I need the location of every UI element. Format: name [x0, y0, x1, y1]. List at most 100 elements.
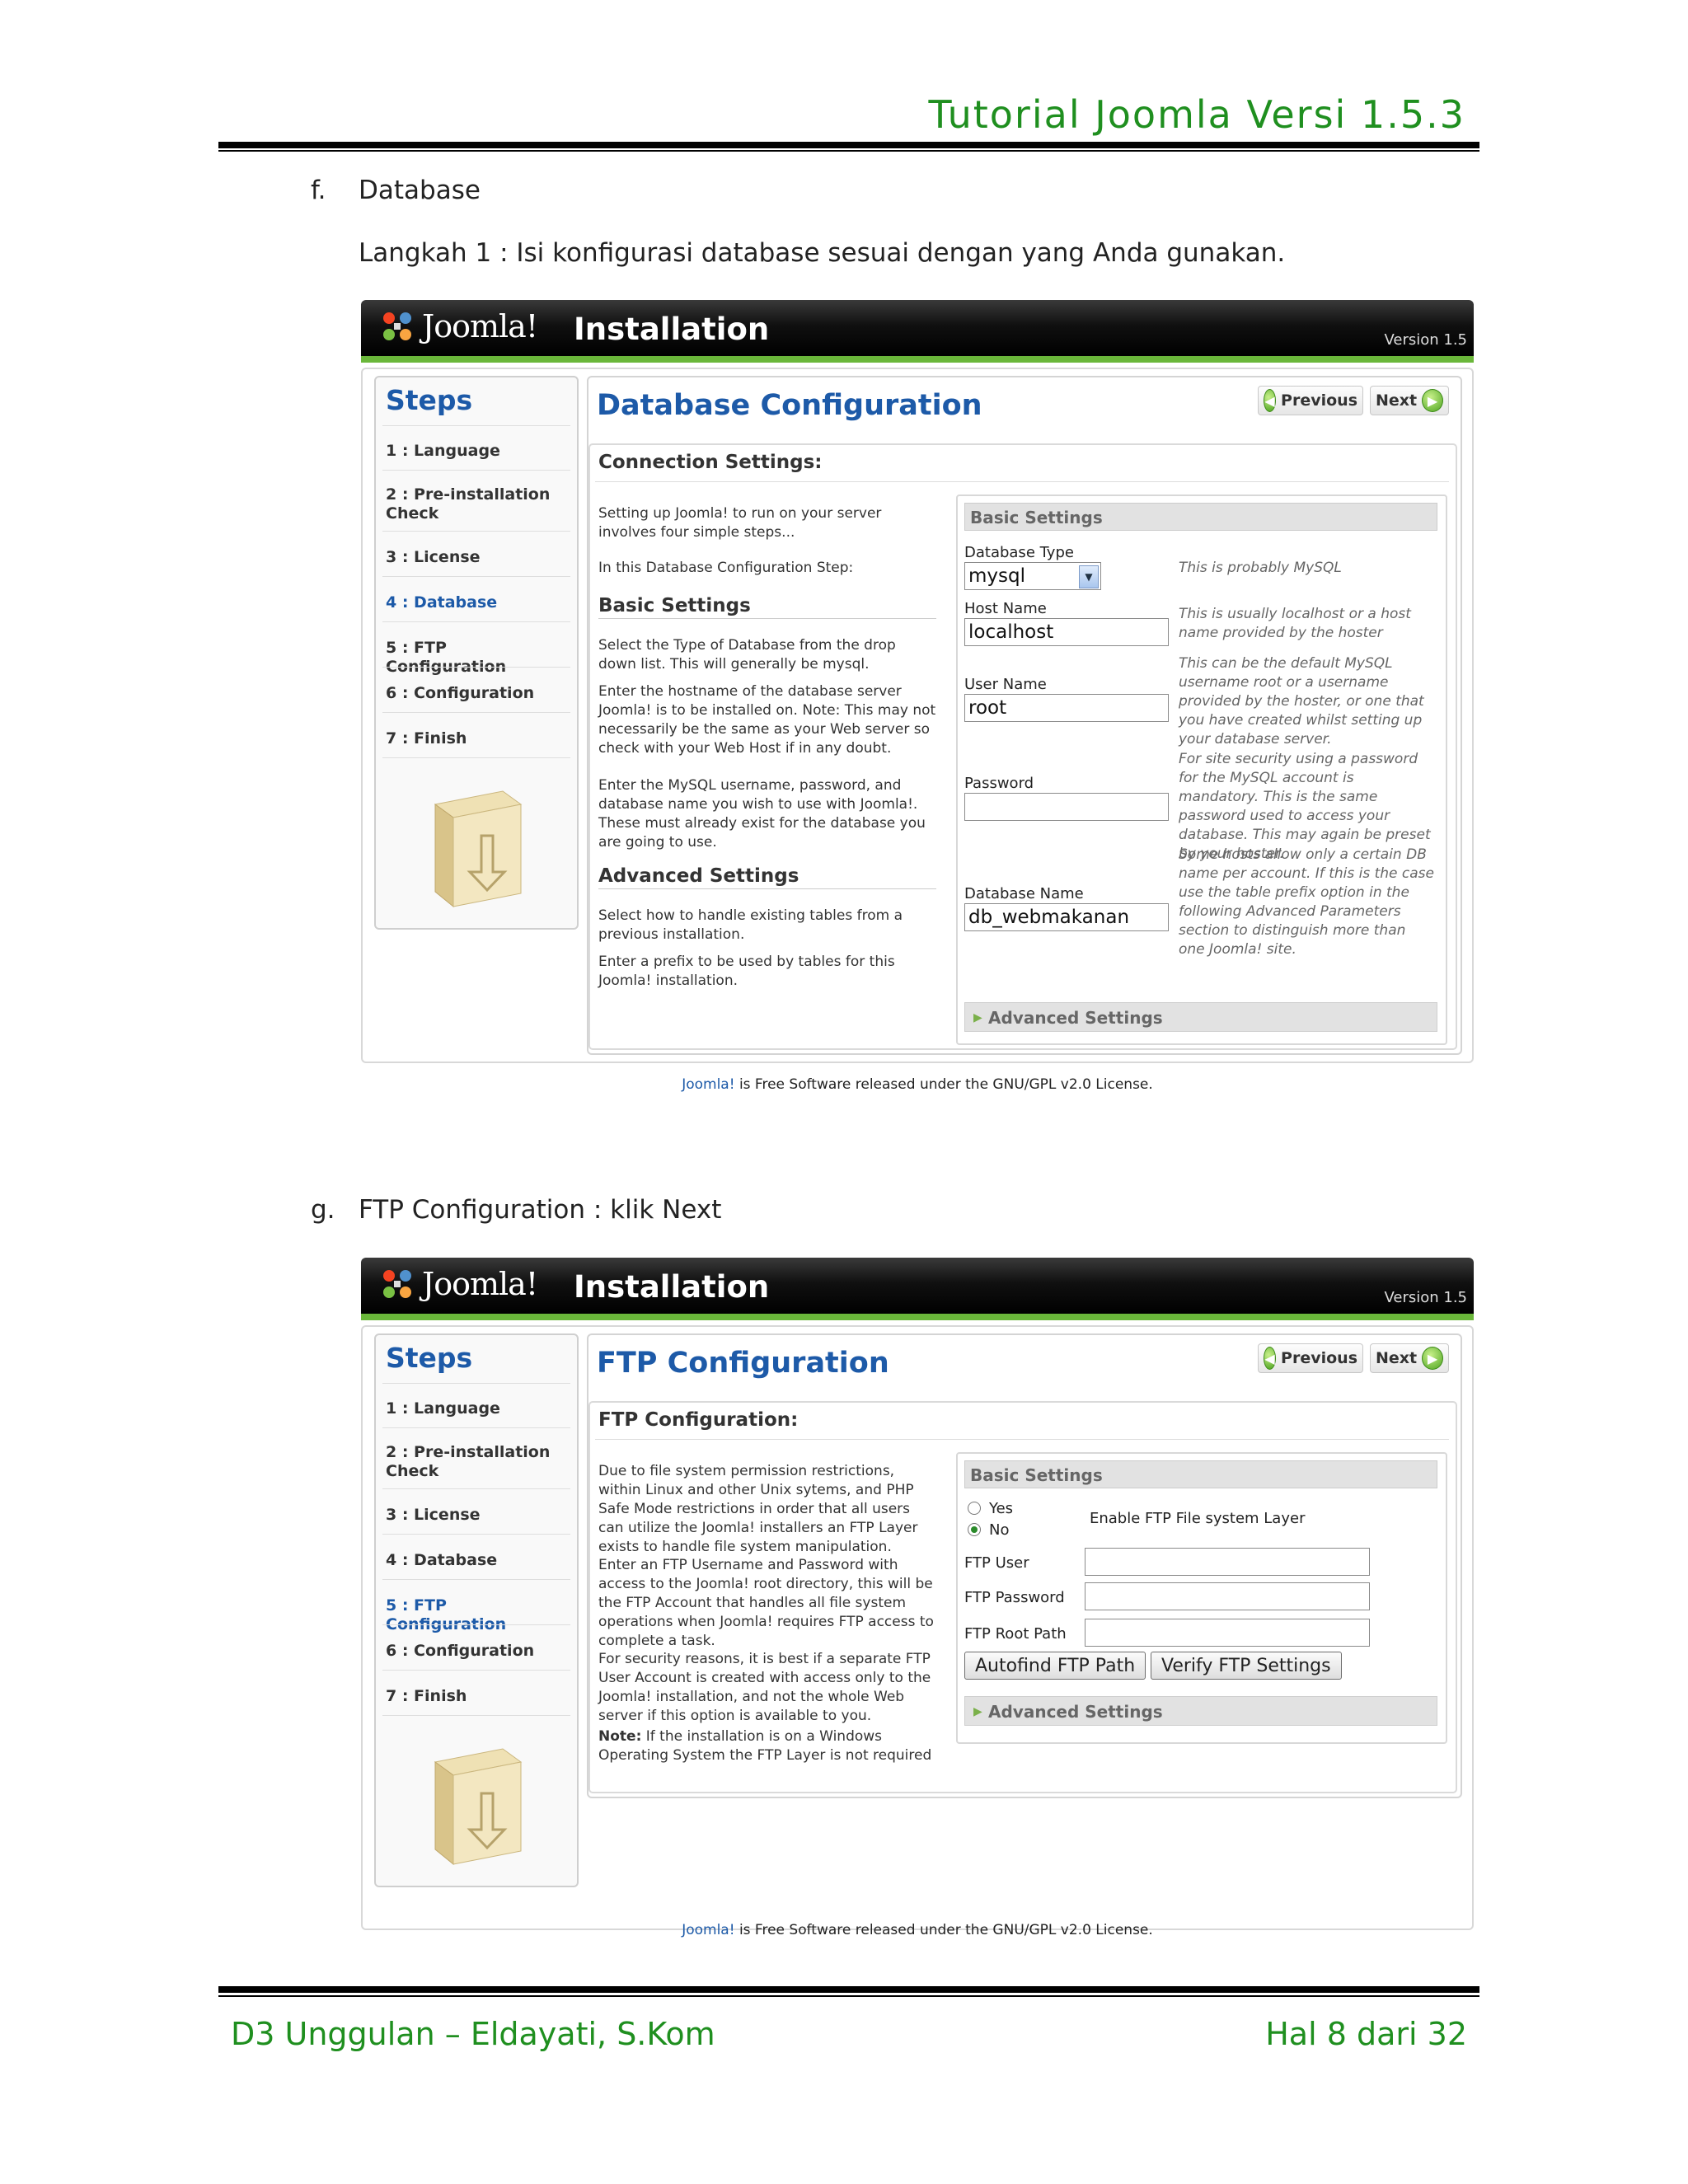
section-f-letter: f. [311, 176, 326, 205]
password-input[interactable] [964, 793, 1169, 821]
triangle-right-icon: ▶ [973, 1705, 982, 1718]
ftp-yes-radio[interactable] [968, 1502, 981, 1515]
ftp-root-path-label: FTP Root Path [964, 1625, 1067, 1643]
joomla-header: Joomla! Installation Version 1.5 [361, 1258, 1474, 1314]
chevron-down-icon[interactable]: ▼ [1079, 565, 1099, 588]
ftp-root-path-input[interactable] [1085, 1619, 1370, 1647]
joomla-footer-link[interactable]: Joomla! [682, 1076, 734, 1093]
step-license: 3 : License [386, 1506, 481, 1524]
step-configuration: 6 : Configuration [386, 1642, 535, 1660]
ftp-password-input[interactable] [1085, 1582, 1370, 1610]
next-button[interactable]: Next ▶ [1370, 1343, 1449, 1373]
joomla-logo: Joomla! [379, 307, 538, 346]
previous-arrow-icon: ◀ [1264, 389, 1277, 412]
step-separator [382, 470, 570, 471]
previous-label: Previous [1281, 1349, 1357, 1367]
joomla-logo-icon [383, 312, 411, 340]
steps-sidebar: Steps 1 : Language 2 : Pre-installation … [374, 1333, 579, 1887]
step-separator [382, 425, 570, 426]
ftp-no-label: No [989, 1521, 1010, 1539]
header-green-bar [361, 356, 1474, 363]
ftp-no-radio[interactable] [968, 1523, 981, 1536]
step-separator [382, 621, 570, 622]
database-type-label: Database Type [964, 544, 1074, 561]
header-rule-thin [218, 150, 1479, 152]
version-label: Version 1.5 [1384, 331, 1467, 349]
database-name-help: Some hosts allow only a certain DB name … [1179, 846, 1434, 958]
step-language: 1 : Language [386, 442, 500, 460]
footer-page-number: Hal 8 dari 32 [1265, 2016, 1467, 2052]
header-green-bar [361, 1314, 1474, 1320]
joomla-header: Joomla! Installation Version 1.5 [361, 300, 1474, 356]
section-g-letter: g. [311, 1195, 335, 1225]
database-name-input[interactable]: db_webmakanan [964, 903, 1169, 931]
ftp-paragraph-2: Enter an FTP Username and Password with … [598, 1557, 934, 1649]
database-type-value: mysql [968, 565, 1025, 587]
main-panel: Database Configuration ◀ Previous Next ▶… [587, 376, 1462, 1055]
step-database: 4 : Database [386, 1551, 498, 1569]
host-name-input[interactable]: localhost [964, 618, 1169, 646]
step-separator [382, 757, 570, 758]
joomla-database-screenshot: Joomla! Installation Version 1.5 Steps 1… [361, 300, 1474, 1101]
step-separator [382, 1383, 570, 1384]
ftp-user-input[interactable] [1085, 1548, 1370, 1576]
enable-ftp-label: Enable FTP File system Layer [1090, 1510, 1306, 1527]
ftp-note-text: If the installation is on a Windows Oper… [598, 1728, 932, 1764]
next-button[interactable]: Next ▶ [1370, 386, 1449, 415]
section-g-heading: FTP Configuration : klik Next [359, 1195, 722, 1225]
basic-settings-panel: Basic Settings Database Type mysql ▼ Thi… [956, 494, 1447, 1045]
advanced-settings-toggle[interactable]: ▶ Advanced Settings [964, 1002, 1437, 1032]
step-finish: 7 : Finish [386, 729, 467, 748]
user-name-help: This can be the default MySQL username r… [1179, 655, 1424, 748]
steps-title: Steps [386, 1342, 473, 1374]
basic-settings-panel-header: Basic Settings [964, 503, 1437, 531]
verify-ftp-settings-button[interactable]: Verify FTP Settings [1151, 1652, 1342, 1680]
database-type-select[interactable]: mysql ▼ [964, 562, 1101, 590]
advanced-settings-heading: Advanced Settings [598, 865, 936, 889]
step-database: 4 : Database [386, 593, 498, 612]
joomla-footer: Joomla! is Free Software released under … [361, 1076, 1474, 1093]
install-box-icon [434, 1748, 523, 1866]
step-separator [382, 576, 570, 577]
step-separator [382, 1427, 570, 1428]
next-arrow-icon: ▶ [1422, 389, 1443, 412]
next-arrow-icon: ▶ [1422, 1347, 1443, 1370]
triangle-right-icon: ▶ [973, 1011, 982, 1024]
joomla-footer-link[interactable]: Joomla! [682, 1922, 734, 1938]
main-panel: FTP Configuration ◀ Previous Next ▶ FTP … [587, 1333, 1462, 1798]
previous-button[interactable]: ◀ Previous [1258, 1343, 1363, 1373]
version-label: Version 1.5 [1384, 1289, 1467, 1306]
section-f-heading: Database [359, 176, 481, 205]
step-separator [382, 1579, 570, 1580]
joomla-footer-text: is Free Software released under the GNU/… [734, 1922, 1153, 1938]
install-body: Steps 1 : Language 2 : Pre-installation … [361, 1325, 1474, 1930]
step-ftp-configuration: 5 : FTP Configuration [386, 1596, 507, 1633]
ftp-note: Note: If the installation is on a Window… [598, 1727, 936, 1765]
basic-settings-panel-header: Basic Settings [964, 1460, 1437, 1488]
joomla-footer: Joomla! is Free Software released under … [361, 1922, 1474, 1938]
previous-button[interactable]: ◀ Previous [1258, 386, 1363, 415]
advanced-settings-toggle-label: Advanced Settings [988, 1702, 1163, 1722]
section-f-step: Langkah 1 : Isi konfigurasi database ses… [359, 238, 1286, 268]
basic-settings-p3: Enter the MySQL username, password, and … [598, 777, 926, 851]
autofind-ftp-path-button[interactable]: Autofind FTP Path [964, 1652, 1146, 1680]
ftp-note-label: Note: [598, 1728, 642, 1745]
host-name-label: Host Name [964, 600, 1047, 617]
database-type-help: This is probably MySQL [1179, 560, 1342, 576]
ftp-paragraph-3: For security reasons, it is best if a se… [598, 1651, 931, 1724]
advanced-settings-toggle[interactable]: ▶ Advanced Settings [964, 1696, 1437, 1726]
installation-title: Installation [574, 1269, 770, 1305]
step-license: 3 : License [386, 548, 481, 566]
step-separator [382, 1488, 570, 1489]
basic-settings-heading: Basic Settings [598, 595, 936, 619]
user-name-input[interactable]: root [964, 694, 1169, 722]
advanced-settings-toggle-label: Advanced Settings [988, 1008, 1163, 1028]
footer-rule [218, 1986, 1479, 1993]
connection-settings-box: Connection Settings: Setting up Joomla! … [588, 443, 1457, 1050]
basic-settings-p1: Select the Type of Database from the dro… [598, 637, 896, 673]
next-label: Next [1376, 1349, 1418, 1367]
ftp-password-label: FTP Password [964, 1589, 1065, 1606]
advanced-settings-p1: Select how to handle existing tables fro… [598, 907, 903, 943]
page-title: Database Configuration [597, 389, 982, 422]
page-title: FTP Configuration [597, 1347, 889, 1380]
